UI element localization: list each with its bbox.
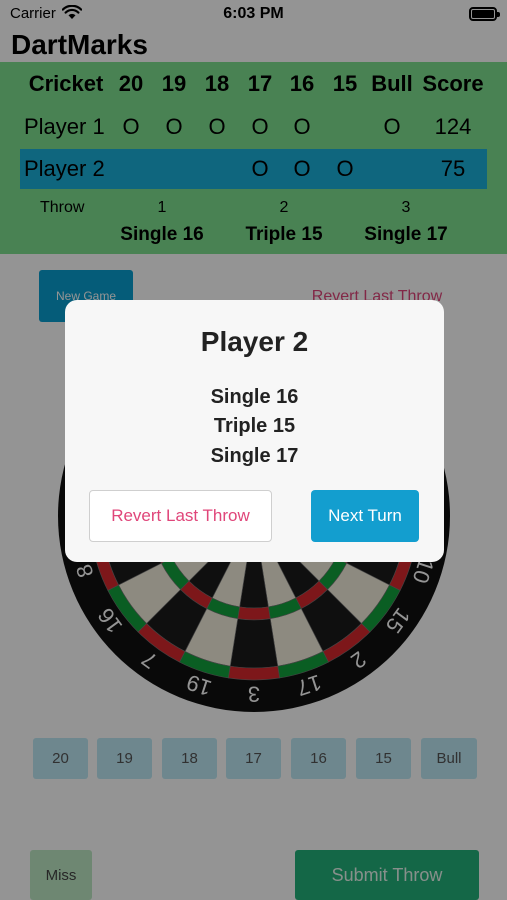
modal-throw-2: Triple 15 (213, 415, 296, 437)
modal-throw-3: Single 17 (210, 445, 299, 467)
modal-title: Player 2 (200, 326, 309, 357)
turn-summary-modal: Player 2 Single 16 Triple 15 Single 17 R… (65, 300, 444, 562)
modal-revert-last-throw-button[interactable]: Revert Last Throw (89, 490, 272, 542)
modal-throw-1: Single 16 (210, 386, 299, 408)
next-turn-button[interactable]: Next Turn (311, 490, 419, 542)
